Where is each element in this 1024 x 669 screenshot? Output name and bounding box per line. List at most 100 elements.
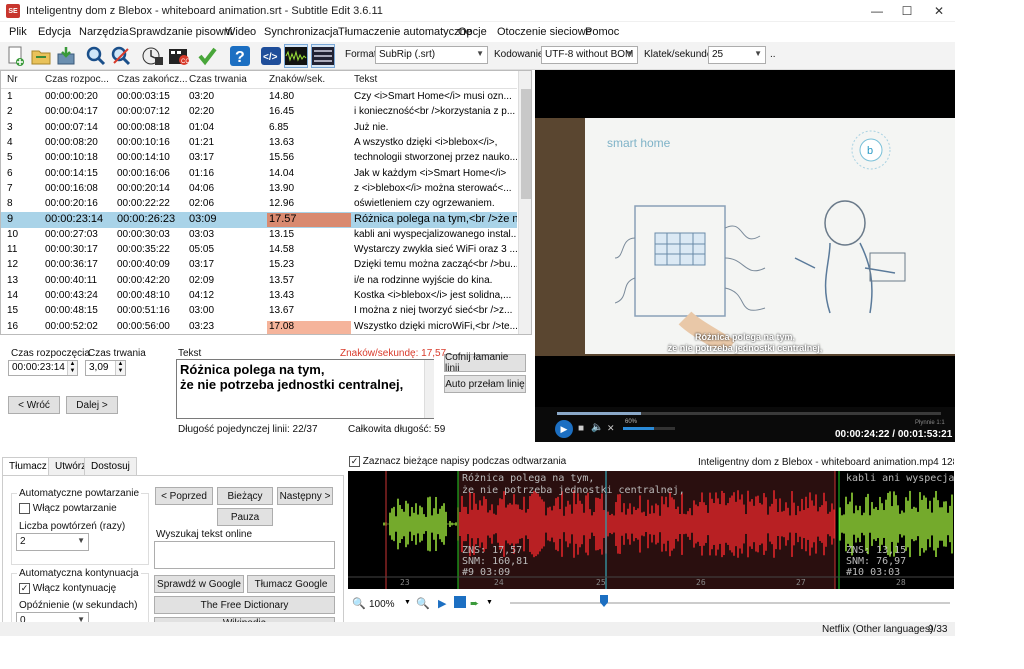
repeat-count-dropdown[interactable]: 2 ▼ [16,533,89,551]
auto-break-button[interactable]: Auto przełam linię [444,375,526,393]
visual-sync-icon[interactable] [141,44,165,68]
checkbox-icon[interactable]: ✓ [349,456,360,467]
encoding-dropdown[interactable]: UTF-8 without BOM ▼ [541,46,638,64]
table-row[interactable]: 7 00:00:16:08 00:00:20:14 04:06 13.90 z <i>bl… [1,182,517,197]
checkbox-icon[interactable] [19,503,30,514]
table-row[interactable]: 4 00:00:08:20 00:00:10:16 01:21 13.63 A wszys… [1,136,517,151]
col-cps[interactable]: Znaków/sek. [269,74,325,85]
duration-input[interactable]: 3,09 ▲ ▼ [85,360,126,376]
table-row[interactable]: 5 00:00:10:18 00:00:14:10 03:17 15.56 technol… [1,151,517,166]
help-icon[interactable]: ? [228,44,252,68]
col-duration[interactable]: Czas trwania [189,74,247,85]
translate-current-button[interactable]: Bieżący [217,487,273,505]
previous-line-button[interactable]: < Wróć [8,396,60,414]
menu-auto-translate[interactable]: Tłumaczenie automatyczne [338,26,472,38]
table-row[interactable]: 1 00:00:00:20 00:00:03:15 03:20 14.80 Czy <i>… [1,90,517,105]
video-toggle-icon[interactable] [311,44,335,68]
source-view-icon[interactable]: </> [259,44,283,68]
save-icon[interactable] [54,44,78,68]
video-progress-track[interactable] [557,412,941,415]
menu-options[interactable]: Opcje [458,26,487,38]
zoom-value[interactable]: 100% [369,599,395,610]
col-text[interactable]: Tekst [354,74,377,85]
spin-arrows-icon[interactable]: ▲ ▼ [115,361,125,375]
format-dropdown[interactable]: SubRip (.srt) ▼ [375,46,488,64]
play-button[interactable]: ▶ [555,420,573,438]
chevron-down-icon: ▼ [754,49,762,58]
spin-arrows-icon[interactable]: ▲ ▼ [67,361,77,375]
spell-check-icon[interactable] [195,44,219,68]
google-translate-button[interactable]: Tłumacz Google [247,575,335,593]
table-row[interactable]: 8 00:00:20:16 00:00:22:22 02:06 12.96 oświetl… [1,197,517,212]
menu-edit[interactable]: Edycja [38,26,71,38]
close-button[interactable]: ✕ [924,2,954,20]
volume-icon[interactable]: 🔈 [591,422,603,433]
open-icon[interactable] [29,44,53,68]
find-icon[interactable] [84,44,108,68]
start-time-input[interactable]: 00:00:23:14 ▲ ▼ [8,360,78,376]
col-start[interactable]: Czas rozpoc... [45,74,109,85]
new-icon[interactable] [4,44,28,68]
table-row[interactable]: 3 00:00:07:14 00:00:08:18 01:04 6.85 Już nie. [1,121,517,136]
maximize-button[interactable]: ☐ [892,2,922,20]
subtitle-video-icon[interactable]: CC [167,44,191,68]
table-row[interactable]: 11 00:00:30:17 00:00:35:22 05:05 14.58 Wystar… [1,243,517,258]
editor-scrollbar[interactable] [424,360,434,418]
subtitle-text-editor[interactable]: Różnica polega na tym, że nie potrzeba j… [176,359,434,419]
menu-synchronization[interactable]: Synchronizacja [264,26,339,38]
table-row[interactable]: 9 00:00:23:14 00:00:26:23 03:09 17.57 Różnica… [1,212,517,228]
table-row[interactable]: 2 00:00:04:17 00:00:07:12 02:20 16.45 i konie… [1,105,517,120]
menu-networking[interactable]: Otoczenie sieciowe [497,26,592,38]
continue-checkbox[interactable]: ✓ Włącz kontynuację [19,583,116,594]
audio-waveform[interactable]: Różnica polega na tym, że nie potrzeba j… [348,471,954,589]
split-icon[interactable] [454,596,466,608]
tab-translate[interactable]: Tłumacz [2,457,54,475]
minimize-button[interactable]: — [862,2,892,20]
waveform-toggle-icon[interactable] [284,44,308,68]
stop-icon[interactable]: ■ [578,423,584,434]
tab-adjust[interactable]: Dostosuj [84,457,137,475]
menu-help[interactable]: Pomoc [585,26,619,38]
video-player[interactable]: smart home b Różnica polega na tym, że n… [535,70,955,442]
waveform-position-slider[interactable] [510,602,950,604]
play-icon[interactable]: ▶ [438,597,446,610]
slider-thumb[interactable] [600,595,608,607]
pause-button[interactable]: Pauza [217,508,273,526]
next-line-button[interactable]: Dalej > [66,396,118,414]
volume-slider[interactable] [623,427,675,430]
search-online-input[interactable] [154,541,335,569]
menu-file[interactable]: Plik [9,26,27,38]
table-row[interactable]: 10 00:00:27:03 00:00:30:03 03:03 13.15 kabli … [1,228,517,243]
replace-icon[interactable] [109,44,133,68]
col-number[interactable]: Nr [7,74,18,85]
select-current-checkbox[interactable]: ✓ Zaznacz bieżące napisy podczas odtwarz… [349,456,566,467]
unbreak-lines-button[interactable]: Cofnij łamanie linii [444,352,526,374]
zoom-out-icon[interactable]: 🔍 [352,597,366,610]
fps-dropdown[interactable]: 25 ▼ [708,46,766,64]
grid-scrollbar[interactable] [518,71,531,334]
move-forward-icon[interactable]: ➨ [470,597,479,610]
table-row[interactable]: 13 00:00:40:11 00:00:42:20 02:09 13.57 i/e na… [1,274,517,289]
table-row[interactable]: 16 00:00:52:02 00:00:56:00 03:23 17.08 Wszyst… [1,320,517,334]
mute-icon[interactable]: ✕ [607,423,615,434]
translate-next-button[interactable]: Następny > [277,487,333,505]
col-end[interactable]: Czas zakończ... [117,74,188,85]
cell-duration: 01:04 [189,121,215,133]
checkbox-icon[interactable]: ✓ [19,583,30,594]
menu-tools[interactable]: Narzędzia [79,26,129,38]
table-row[interactable]: 12 00:00:36:17 00:00:40:09 03:17 15.23 Dzięki… [1,258,517,273]
free-dictionary-button[interactable]: The Free Dictionary [154,596,335,614]
scrollbar-thumb[interactable] [521,89,531,199]
menu-video[interactable]: Wideo [225,26,256,38]
menu-spell-check[interactable]: Sprawdzanie pisowni [129,26,232,38]
table-row[interactable]: 6 00:00:14:15 00:00:16:06 01:16 14.04 Jak w k… [1,167,517,182]
zoom-dropdown-icon[interactable]: ▼ [404,599,411,606]
repeat-checkbox[interactable]: Włącz powtarzanie [19,503,117,514]
table-row[interactable]: 14 00:00:43:24 00:00:48:10 04:12 13.43 Kostka… [1,289,517,304]
translate-prev-button[interactable]: < Poprzed [155,487,213,505]
more-dropdown-icon[interactable]: ▼ [486,599,493,606]
table-row[interactable]: 15 00:00:48:15 00:00:51:16 03:00 13.67 I możn… [1,304,517,319]
more-button[interactable]: .. [770,49,776,60]
google-spell-button[interactable]: Sprawdź w Google [154,575,244,593]
zoom-in-icon[interactable]: 🔍 [416,597,430,610]
